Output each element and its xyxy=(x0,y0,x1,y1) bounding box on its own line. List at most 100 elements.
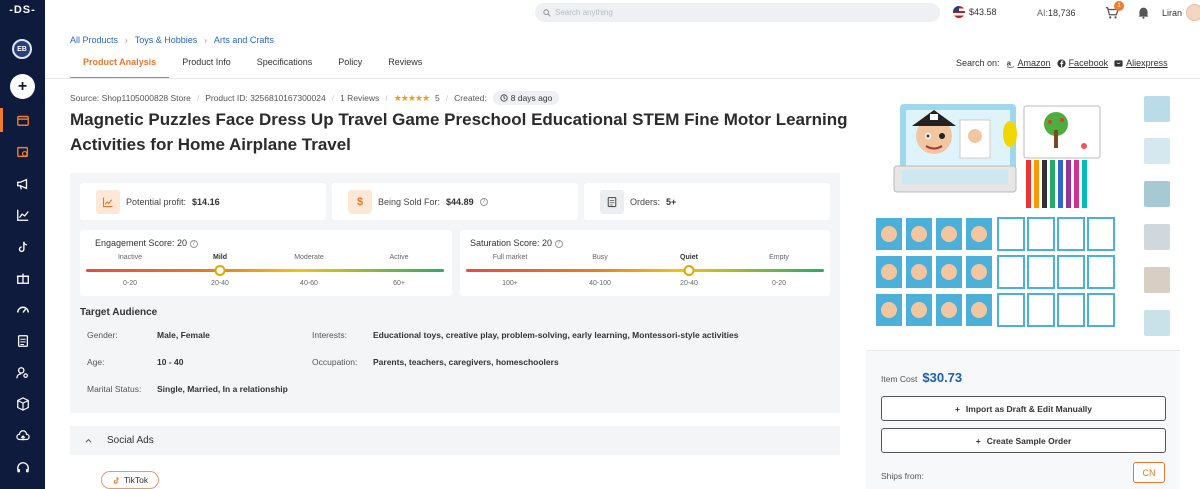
thumbnail[interactable] xyxy=(1144,310,1170,336)
search-on-amazon[interactable]: a Amazon xyxy=(1006,58,1051,68)
saturation-range: 40-100 xyxy=(589,280,611,287)
account-switcher[interactable]: EB xyxy=(12,39,32,59)
user-search-icon[interactable] xyxy=(0,361,45,385)
aliexpress-icon xyxy=(1114,59,1123,67)
tab-specifications[interactable]: Specifications xyxy=(244,52,326,79)
chevron-up-icon[interactable] xyxy=(84,436,93,445)
trend-up-icon xyxy=(96,189,120,214)
saturation-range: 100+ xyxy=(502,280,518,287)
import-draft-label: Import as Draft & Edit Manually xyxy=(965,403,1093,414)
breadcrumb-toys-hobbies[interactable]: Toys & Hobbies xyxy=(135,35,198,45)
thumbnail[interactable] xyxy=(1144,96,1170,122)
aliexpress-link[interactable]: Aliexpress xyxy=(1126,58,1168,68)
social-ads-title: Social Ads xyxy=(107,435,154,446)
ai-credits: AI:18,736 xyxy=(1037,8,1076,18)
amazon-icon: a xyxy=(1006,59,1014,68)
import-draft-button[interactable]: + Import as Draft & Edit Manually xyxy=(881,396,1166,421)
store-icon[interactable] xyxy=(0,108,45,132)
help-icon[interactable]: ? xyxy=(479,197,488,206)
app-logo[interactable]: -DS- xyxy=(0,4,45,16)
star-rating: ★★★★★ xyxy=(393,92,430,103)
product-image[interactable] xyxy=(876,100,1116,330)
bell-icon[interactable] xyxy=(1137,6,1150,19)
thumbnail[interactable] xyxy=(1144,138,1170,164)
search-on: Search on: a Amazon Facebook Aliexpress xyxy=(956,58,1168,68)
breadcrumb-all-products[interactable]: All Products xyxy=(70,35,118,45)
tab-product-analysis[interactable]: Product Analysis xyxy=(70,52,170,79)
box-icon[interactable] xyxy=(0,392,45,416)
receipt-icon xyxy=(600,189,624,214)
saturation-gauge xyxy=(466,269,824,272)
ai-credits-value: 18,736 xyxy=(1048,8,1076,18)
review-count[interactable]: 1 Reviews xyxy=(340,93,379,103)
potential-profit-card: Potential profit: $14.16 xyxy=(80,183,326,220)
tiktok-chip[interactable]: TikTok xyxy=(101,471,159,489)
dollar-icon: $ xyxy=(348,189,372,214)
plus-icon: + xyxy=(954,403,960,414)
engagement-level: Active xyxy=(389,254,409,261)
ships-from-option[interactable]: CN xyxy=(1133,462,1165,483)
breadcrumb-arts-crafts[interactable]: Arts and Crafts xyxy=(214,35,274,45)
analysis-panel: Potential profit: $14.16 $ Being Sold For… xyxy=(70,173,840,413)
tab-product-info[interactable]: Product Info xyxy=(169,52,244,79)
tab-reviews[interactable]: Reviews xyxy=(375,52,435,79)
support-icon[interactable] xyxy=(0,456,45,480)
amazon-link[interactable]: Amazon xyxy=(1018,58,1051,68)
thumbnail[interactable] xyxy=(1144,267,1170,293)
engagement-range: 40-60 xyxy=(300,280,318,287)
tab-policy[interactable]: Policy xyxy=(325,52,375,79)
tiktok-icon[interactable] xyxy=(0,235,45,259)
created-badge: 8 days ago xyxy=(492,91,560,105)
add-button[interactable]: + xyxy=(10,74,35,99)
thumbnail[interactable] xyxy=(1144,181,1170,207)
occupation-label: Occupation: xyxy=(312,357,358,367)
search-on-aliexpress[interactable]: Aliexpress xyxy=(1114,58,1168,68)
tiktok-icon xyxy=(113,476,119,484)
help-icon[interactable]: ? xyxy=(554,239,563,248)
avatar[interactable] xyxy=(1186,4,1200,21)
being-sold-card: $ Being Sold For: $44.89? xyxy=(332,183,578,220)
saturation-score-card: Saturation Score: 20 ? Full market Busy … xyxy=(460,230,830,296)
engagement-score-card: Engagement Score: 20 ? Inactive Mild Mod… xyxy=(80,230,452,296)
engagement-gauge-knob xyxy=(214,265,226,276)
social-ads-header[interactable]: Social Ads xyxy=(70,426,840,455)
cloud-upload-icon[interactable] xyxy=(0,424,45,448)
created-label: Created: xyxy=(454,93,487,103)
saturation-level: Full market xyxy=(492,254,528,261)
engagement-level: Moderate xyxy=(294,254,324,261)
facebook-link[interactable]: Facebook xyxy=(1069,58,1109,68)
breadcrumb: All Products › Toys & Hobbies › Arts and… xyxy=(70,35,274,45)
sidebar: -DS- EB + xyxy=(0,0,45,489)
product-meta: Source: Shop1105000828 Store / Product I… xyxy=(70,91,560,105)
saturation-level: Busy xyxy=(592,254,608,261)
global-search[interactable] xyxy=(535,3,940,22)
engagement-score-label: Engagement Score: 20 xyxy=(95,238,188,248)
help-icon[interactable]: ? xyxy=(189,239,198,248)
speedometer-icon[interactable] xyxy=(0,297,45,321)
svg-text:a: a xyxy=(1006,59,1011,67)
sold-value: $44.89 xyxy=(446,196,474,207)
gift-icon[interactable] xyxy=(0,266,45,290)
balance[interactable]: $43.58 xyxy=(953,6,997,18)
rating-value: 5 xyxy=(435,93,440,103)
interests-label: Interests: xyxy=(312,330,347,340)
research-icon[interactable] xyxy=(0,140,45,164)
search-input[interactable] xyxy=(555,8,915,17)
search-icon xyxy=(543,8,551,17)
megaphone-icon[interactable] xyxy=(0,172,45,196)
user-name[interactable]: Liran xyxy=(1162,8,1182,18)
chart-icon[interactable] xyxy=(0,203,45,227)
item-cost-label: Item Cost xyxy=(881,374,918,384)
source-store[interactable]: Source: Shop1105000828 Store xyxy=(70,93,191,103)
occupation-value: Parents, teachers, caregivers, homeschoo… xyxy=(373,357,559,367)
created-value: 8 days ago xyxy=(510,93,553,103)
create-sample-order-button[interactable]: + Create Sample Order xyxy=(881,428,1166,453)
thumbnail[interactable] xyxy=(1144,224,1170,250)
target-audience-title: Target Audience xyxy=(80,307,158,318)
search-on-label: Search on: xyxy=(956,58,1000,68)
search-on-facebook[interactable]: Facebook xyxy=(1057,58,1109,68)
facebook-icon xyxy=(1057,58,1066,68)
document-icon[interactable] xyxy=(0,329,45,353)
interests-value: Educational toys, creative play, problem… xyxy=(373,330,739,340)
age-value: 10 - 40 xyxy=(157,357,184,367)
